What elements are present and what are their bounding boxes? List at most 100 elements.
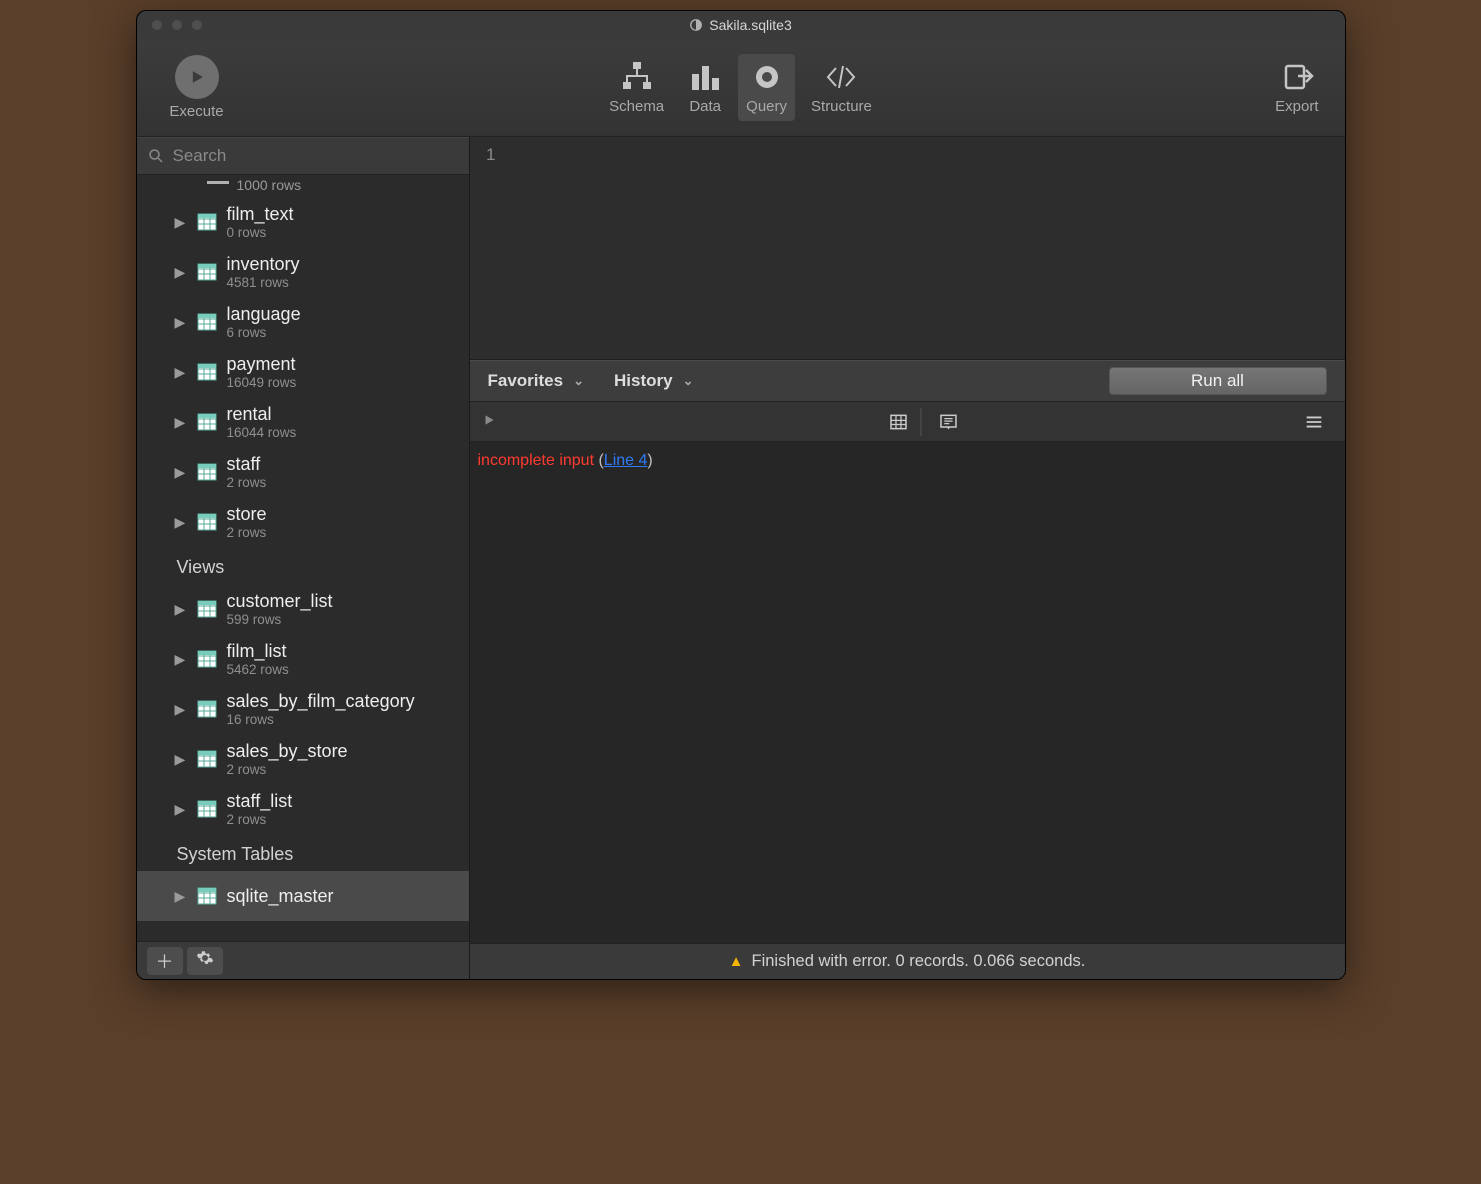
app-window: Sakila.sqlite3 Execute Schema: [136, 10, 1346, 980]
sql-editor[interactable]: 1: [470, 137, 1345, 360]
grid-icon: [888, 412, 908, 432]
disclosure-triangle-icon[interactable]: ▶: [175, 701, 187, 718]
query-subtoolbar: Favorites ⌄ History ⌄ Run all: [470, 360, 1345, 402]
disclosure-triangle-icon[interactable]: ▶: [175, 414, 187, 431]
disclosure-triangle-icon[interactable]: ▶: [175, 514, 187, 531]
tree-item-language[interactable]: ▶ language6 rows: [137, 297, 469, 347]
chevron-down-icon: ⌄: [683, 373, 694, 389]
favorites-dropdown[interactable]: Favorites ⌄: [488, 371, 585, 391]
table-icon: [197, 886, 217, 906]
status-bar: ▲ Finished with error. 0 records. 0.066 …: [470, 943, 1345, 979]
item-rowcount: 16 rows: [227, 712, 415, 728]
tree-item-film_text[interactable]: ▶ film_text0 rows: [137, 197, 469, 247]
system-tables-section-label: System Tables: [137, 834, 469, 871]
settings-button[interactable]: [187, 947, 223, 975]
tree-item-customer_list[interactable]: ▶customer_list599 rows: [137, 584, 469, 634]
item-name: sqlite_master: [227, 886, 334, 907]
partial-table-row[interactable]: 1000 rows: [137, 177, 469, 197]
table-icon: [197, 512, 217, 532]
data-icon: [688, 60, 722, 94]
item-rowcount: 2 rows: [227, 525, 267, 541]
item-rowcount: 16044 rows: [227, 425, 297, 441]
search-bar: [137, 137, 469, 175]
history-dropdown[interactable]: History ⌄: [614, 371, 693, 391]
item-name: language: [227, 304, 301, 325]
add-button[interactable]: ＋: [147, 947, 183, 975]
item-name: customer_list: [227, 591, 333, 612]
item-rowcount: 2 rows: [227, 762, 348, 778]
table-icon: [197, 699, 217, 719]
tree-item-payment[interactable]: ▶ payment16049 rows: [137, 347, 469, 397]
code-area[interactable]: [502, 137, 1345, 359]
window-title: Sakila.sqlite3: [709, 17, 792, 33]
disclosure-triangle-icon[interactable]: ▶: [175, 264, 187, 281]
disclosure-triangle-icon[interactable]: ▶: [175, 364, 187, 381]
error-line-link[interactable]: Line 4: [604, 452, 648, 469]
schema-tree[interactable]: 1000 rows ▶ film_text0 rows ▶inventory4581…: [137, 175, 469, 941]
item-name: staff_list: [227, 791, 293, 812]
table-icon: [197, 799, 217, 819]
item-name: film_text: [227, 204, 294, 225]
results-grid-view-button[interactable]: [883, 408, 921, 436]
schema-tab[interactable]: Schema: [601, 54, 672, 121]
structure-tab[interactable]: Structure: [803, 54, 880, 121]
schema-icon: [620, 60, 654, 94]
item-name: sales_by_store: [227, 741, 348, 762]
text-view-icon: [938, 412, 958, 432]
item-rowcount: 6 rows: [227, 325, 301, 341]
item-rowcount: 0 rows: [227, 225, 294, 241]
disclosure-triangle-icon[interactable]: ▶: [175, 464, 187, 481]
disclosure-triangle-icon[interactable]: ▶: [175, 801, 187, 818]
table-icon: [197, 462, 217, 482]
run-query-button[interactable]: [482, 413, 496, 431]
table-icon: [197, 262, 217, 282]
item-name: rental: [227, 404, 297, 425]
structure-icon: [824, 60, 858, 94]
titlebar: Sakila.sqlite3: [137, 11, 1345, 39]
tree-item-inventory[interactable]: ▶inventory4581 rows: [137, 247, 469, 297]
main-toolbar: Execute Schema Data Query: [137, 39, 1345, 137]
tree-item-sales_by_film_category[interactable]: ▶sales_by_film_category16 rows: [137, 684, 469, 734]
tree-item-sqlite_master[interactable]: ▶ sqlite_master: [137, 871, 469, 921]
database-file-icon: [689, 18, 703, 32]
item-rowcount: 2 rows: [227, 812, 293, 828]
results-text-view-button[interactable]: [929, 408, 967, 436]
disclosure-triangle-icon[interactable]: ▶: [175, 314, 187, 331]
run-all-button[interactable]: Run all: [1109, 367, 1327, 395]
tree-item-rental[interactable]: ▶ rental16044 rows: [137, 397, 469, 447]
disclosure-triangle-icon[interactable]: ▶: [175, 651, 187, 668]
results-menu-button[interactable]: [1295, 408, 1333, 436]
search-icon: [147, 147, 165, 165]
query-tab[interactable]: Query: [738, 54, 795, 121]
export-icon: [1280, 60, 1314, 94]
item-name: payment: [227, 354, 297, 375]
item-rowcount: 2 rows: [227, 475, 267, 491]
item-name: store: [227, 504, 267, 525]
tree-item-staff_list[interactable]: ▶ staff_list2 rows: [137, 784, 469, 834]
results-toolbar: [470, 402, 1345, 442]
item-rowcount: 16049 rows: [227, 375, 297, 391]
views-section-label: Views: [137, 547, 469, 584]
disclosure-triangle-icon[interactable]: ▶: [175, 888, 187, 905]
line-gutter: 1: [470, 137, 502, 359]
data-tab[interactable]: Data: [680, 54, 730, 121]
item-name: film_list: [227, 641, 289, 662]
disclosure-triangle-icon[interactable]: ▶: [175, 601, 187, 618]
gear-icon: [196, 949, 214, 972]
table-icon: [197, 212, 217, 232]
export-button[interactable]: Export: [1267, 54, 1326, 121]
table-icon: [197, 412, 217, 432]
main-panel: 1 Favorites ⌄ History ⌄ Run all: [470, 137, 1345, 979]
item-rowcount: 4581 rows: [227, 275, 300, 291]
chevron-down-icon: ⌄: [573, 373, 584, 389]
tree-item-film_list[interactable]: ▶film_list5462 rows: [137, 634, 469, 684]
tree-item-sales_by_store[interactable]: ▶ sales_by_store2 rows: [137, 734, 469, 784]
disclosure-triangle-icon[interactable]: ▶: [175, 751, 187, 768]
warning-icon: ▲: [729, 953, 744, 970]
tree-item-staff[interactable]: ▶staff2 rows: [137, 447, 469, 497]
disclosure-triangle-icon[interactable]: ▶: [175, 214, 187, 231]
tree-item-store[interactable]: ▶ store2 rows: [137, 497, 469, 547]
table-icon: [207, 181, 229, 184]
play-icon: [482, 413, 496, 427]
search-input[interactable]: [173, 146, 459, 166]
